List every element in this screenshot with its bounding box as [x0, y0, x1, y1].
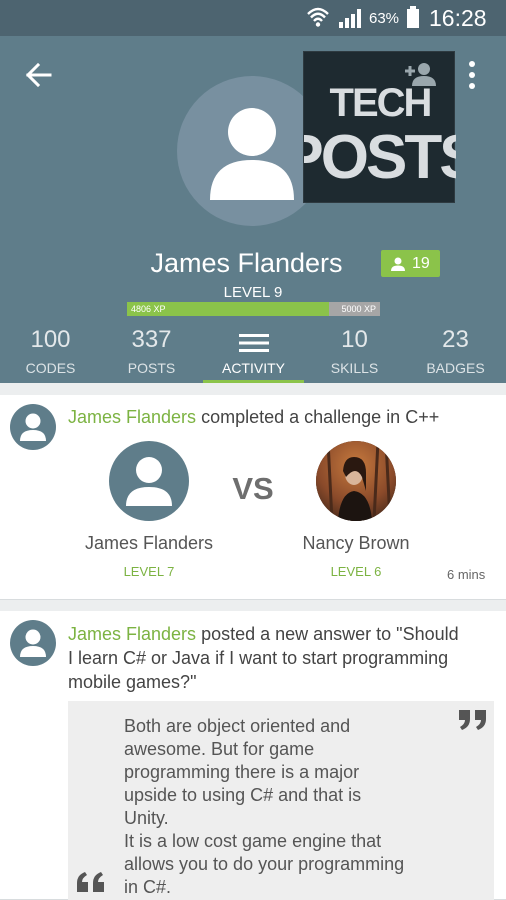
activity-action-line-2: I learn C# or Java if I want to start pr… [68, 648, 449, 668]
player2-avatar[interactable] [316, 441, 396, 521]
followers-count: 19 [412, 255, 430, 272]
posts-count: 337 [131, 326, 172, 353]
xp-max: 5000 XP [341, 304, 376, 314]
timestamp: 6 mins [447, 567, 486, 582]
activity-label: ACTIVITY [221, 360, 285, 376]
battery-percent: 63% [369, 10, 400, 27]
username-link[interactable]: James Flanders [68, 624, 196, 644]
activity-action: completed a challenge in C++ [196, 407, 440, 427]
player1-name[interactable]: James Flanders [49, 533, 249, 554]
back-arrow-icon[interactable] [20, 60, 58, 90]
activity-action-line-3: mobile games?" [68, 672, 197, 692]
tab-badges[interactable]: 23 BADGES [405, 326, 506, 376]
status-bar: 63% 16:28 [0, 0, 506, 36]
user-avatar[interactable] [10, 620, 56, 666]
user-icon [126, 457, 172, 506]
xp-progress-bar: 4806 XP 5000 XP [127, 302, 380, 316]
answer-text: Both are object oriented and awesome. Bu… [124, 716, 405, 897]
activity-action-line-1: posted a new answer to "Should [196, 624, 459, 644]
activity-text: James Flanders posted a new answer to "S… [68, 622, 498, 694]
tab-activity[interactable]: ACTIVITY [203, 326, 304, 383]
followers-badge[interactable]: 19 [381, 250, 440, 277]
badges-count: 23 [442, 326, 469, 353]
user-avatar[interactable] [10, 404, 56, 450]
skills-count: 10 [341, 326, 368, 353]
clock: 16:28 [429, 5, 487, 31]
add-friend-icon[interactable] [402, 60, 438, 88]
person-icon [391, 257, 405, 271]
activity-card-challenge[interactable]: James Flanders completed a challenge in … [0, 395, 506, 600]
wifi-icon [307, 7, 329, 27]
photo-avatar [316, 441, 396, 521]
codes-label: CODES [25, 360, 76, 376]
battery-icon [407, 6, 419, 28]
activity-text: James Flanders completed a challenge in … [68, 405, 498, 429]
open-quote-icon [77, 872, 104, 892]
username-link[interactable]: James Flanders [68, 407, 196, 427]
activity-card-answer[interactable]: James Flanders posted a new answer to "S… [0, 611, 506, 900]
tab-posts[interactable]: 337 POSTS [101, 326, 202, 376]
vs-label: VS [232, 471, 274, 506]
player2-level: LEVEL 6 [330, 564, 382, 579]
player1-avatar[interactable] [109, 441, 189, 521]
skills-label: SKILLS [330, 360, 379, 376]
user-icon [20, 629, 46, 657]
player1-level: LEVEL 7 [123, 564, 175, 579]
player2-name[interactable]: Nancy Brown [256, 533, 456, 554]
codes-count: 100 [30, 326, 71, 353]
hamburger-icon [239, 334, 269, 352]
signal-icon [339, 9, 361, 28]
badges-label: BADGES [426, 360, 485, 376]
profile-level: LEVEL 9 [223, 284, 283, 301]
profile-header: TECH POSTS James Flanders 19 LEVEL 9 480… [0, 36, 506, 383]
posts-label: POSTS [127, 360, 176, 376]
svg-text:POSTS: POSTS [304, 123, 456, 192]
tab-codes[interactable]: 100 CODES [0, 326, 101, 376]
xp-current: 4806 XP [131, 304, 166, 314]
answer-quote[interactable]: Both are object oriented and awesome. Bu… [68, 701, 494, 900]
active-tab-indicator [203, 380, 304, 383]
close-quote-icon [459, 710, 486, 730]
user-icon [20, 413, 46, 441]
tab-skills[interactable]: 10 SKILLS [304, 326, 405, 376]
more-options-icon[interactable] [462, 58, 482, 92]
